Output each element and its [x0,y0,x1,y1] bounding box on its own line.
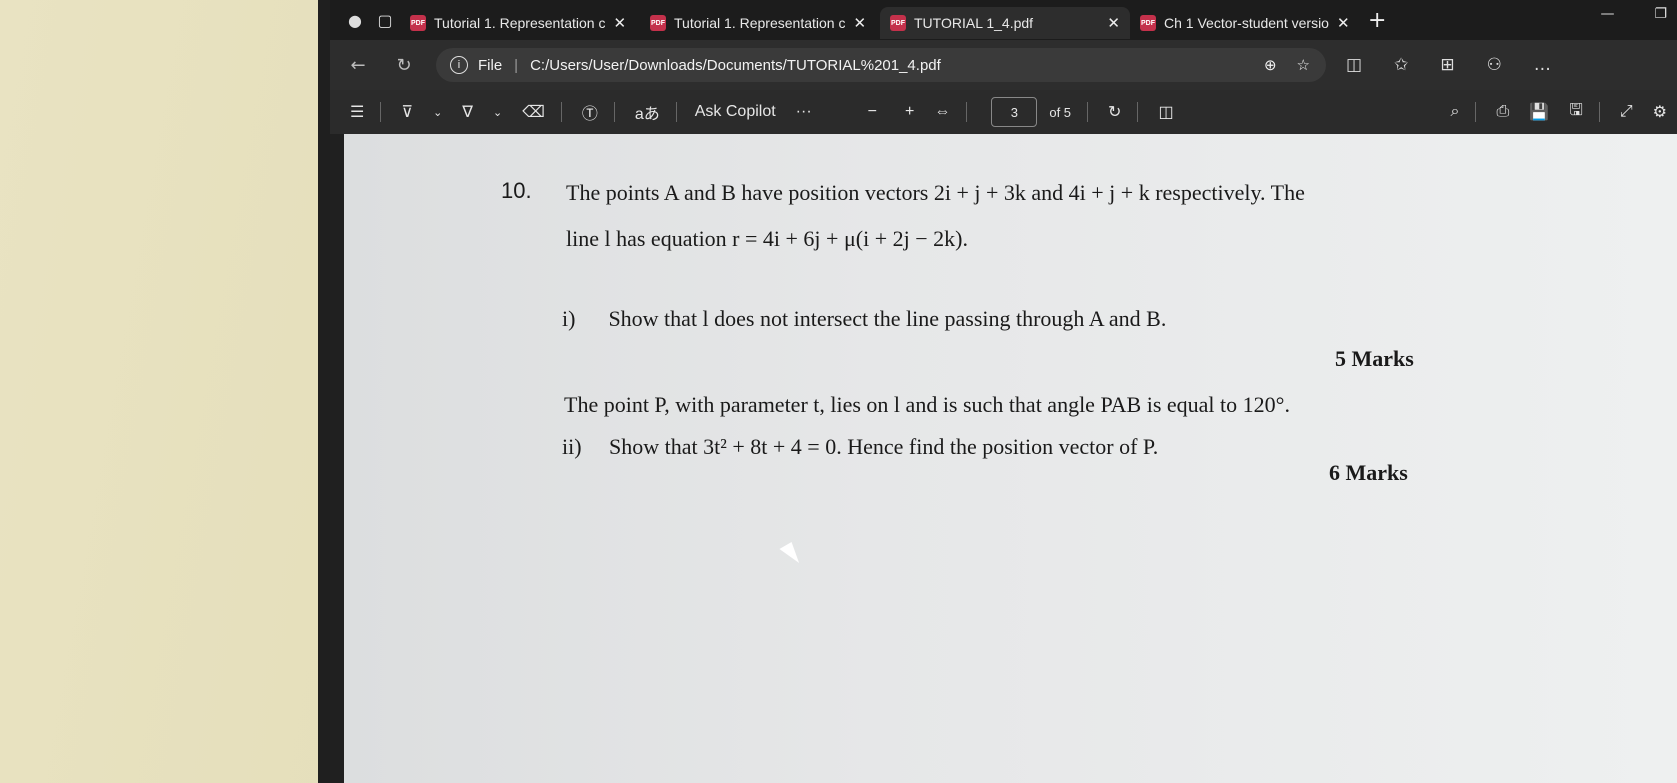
fullscreen-icon[interactable]: ⤢ [1620,103,1633,121]
extensions-icon[interactable]: ⚇ [1487,55,1502,75]
page-number-input[interactable]: 3 [991,97,1038,127]
zoom-in-button[interactable]: + [905,103,914,121]
more-menu-icon[interactable]: … [1534,55,1551,75]
window-controls: — ❐ [1600,6,1667,22]
split-screen-icon[interactable]: ◫ [1346,55,1362,75]
close-icon[interactable]: ✕ [1337,14,1350,32]
context-line: The point P, with parameter t, lies on l… [564,392,1290,417]
close-icon[interactable]: ✕ [1107,14,1120,32]
divider [1137,102,1139,122]
fit-width-icon[interactable]: ⇔ [934,103,950,121]
url-text[interactable]: C:/Users/User/Downloads/Documents/TUTORI… [530,57,941,74]
divider [1475,102,1477,122]
pdf-icon: PDF [1140,15,1156,31]
new-tab-icon[interactable]: + [1368,8,1386,33]
tab-title: Ch 1 Vector-student versio [1164,15,1329,31]
search-icon[interactable]: ⌕ [1451,103,1460,121]
part-i-text: i) Show that l does not intersect the li… [562,306,1167,331]
minimize-icon[interactable]: — [1600,6,1614,22]
tab-3[interactable]: PDF TUTORIAL 1_4.pdf ✕ [880,7,1130,39]
divider [560,102,562,122]
pdf-icon: PDF [410,15,426,31]
divider [966,102,968,122]
zoom-out-button[interactable]: − [868,103,877,121]
settings-icon[interactable]: ⚙ [1653,102,1667,122]
refresh-icon[interactable]: ↻ [386,47,422,83]
more-options-button[interactable]: ··· [796,103,812,121]
address-bar-row: ← ↻ i File | C:/Users/User/Downloads/Doc… [330,40,1677,90]
divider [380,102,382,122]
pdf-page: 10. The points A and B have position vec… [344,134,1677,783]
close-icon[interactable]: ✕ [853,14,866,32]
file-label: File [478,56,503,74]
restore-icon[interactable]: ❐ [1654,6,1667,22]
tab-2[interactable]: PDF Tutorial 1. Representation c ✕ [640,7,880,39]
zoom-icon[interactable]: ⊕ [1264,56,1277,74]
part-ii-marks: 6 Marks [1329,460,1408,485]
highlight-icon[interactable]: ⊽ [401,102,413,122]
page-view-icon[interactable]: ◫ [1158,102,1173,122]
favorite-star-icon[interactable]: ☆ [1297,56,1310,74]
print-icon[interactable]: ⎙ [1496,103,1509,121]
tab-strip: ● ▢ PDF Tutorial 1. Representation c ✕ P… [330,0,1677,40]
close-icon[interactable]: ✕ [613,14,626,32]
read-aloud-button[interactable]: aあ [635,100,660,124]
profile-icon[interactable]: ● [340,5,370,35]
divider [1598,102,1600,122]
pdf-icon: PDF [890,15,906,31]
tab-1[interactable]: PDF Tutorial 1. Representation c ✕ [400,7,640,39]
tab-title: TUTORIAL 1_4.pdf [914,15,1034,31]
address-bar[interactable]: i File | C:/Users/User/Downloads/Documen… [436,48,1326,82]
question-intro-line-2: line l has equation r = 4i + 6j + μ(i + … [566,226,968,251]
collections-icon[interactable]: ⊞ [1440,55,1454,75]
browser-actions: ◫ ✩ ⊞ ⚇ … [1346,55,1551,75]
chevron-down-icon[interactable]: ⌄ [433,106,442,119]
favorites-icon[interactable]: ✩ [1394,55,1408,75]
divider [1087,102,1089,122]
pdf-toolbar: ☰ ⊽ ⌄ ∇ ⌄ ⌫ Ⓣ aあ Ask Copilot ··· − + ⇔ 3… [330,90,1677,134]
chevron-down-icon[interactable]: ⌄ [493,106,502,119]
rotate-icon[interactable]: ↻ [1108,102,1121,122]
question-intro-line-1: The points A and B have position vectors… [566,180,1305,205]
browser-window: ● ▢ PDF Tutorial 1. Representation c ✕ P… [330,0,1677,783]
question-number: 10. [501,178,532,203]
part-i-marks: 5 Marks [1335,346,1414,371]
mouse-cursor [779,541,803,569]
contents-icon[interactable]: ☰ [350,102,364,122]
divider [613,102,615,122]
tab-title: Tutorial 1. Representation c [674,15,846,31]
back-icon[interactable]: ← [340,47,376,83]
save-icon[interactable]: 💾 [1529,102,1549,122]
info-icon[interactable]: i [450,56,468,74]
eraser-icon[interactable]: ⌫ [522,102,545,122]
pdf-icon: PDF [650,15,666,31]
divider [675,102,677,122]
tab-title: Tutorial 1. Representation c [434,15,606,31]
page-total: of 5 [1049,104,1072,120]
draw-icon[interactable]: ∇ [462,102,473,122]
text-box-icon[interactable]: Ⓣ [582,100,598,124]
divider: | [514,56,519,74]
ask-copilot-button[interactable]: Ask Copilot [695,103,776,121]
tab-actions-icon[interactable]: ▢ [370,5,400,35]
save-as-icon[interactable]: 🖫 [1569,99,1583,126]
part-ii-text: ii) Show that 3t² + 8t + 4 = 0. Hence fi… [562,434,1159,459]
tab-4[interactable]: PDF Ch 1 Vector-student versio ✕ [1130,7,1360,39]
